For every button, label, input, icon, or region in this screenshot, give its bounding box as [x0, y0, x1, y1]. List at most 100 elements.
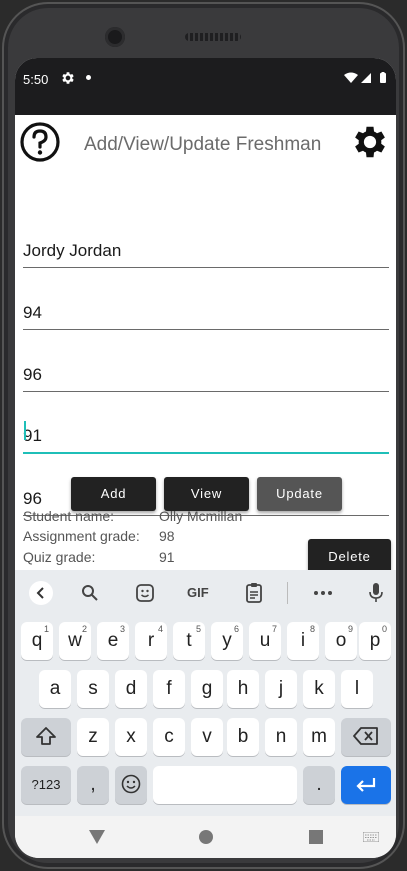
back-icon[interactable] [88, 829, 106, 845]
settings-notification-icon [62, 72, 74, 84]
info-assignment-label: Assignment grade: [23, 528, 140, 544]
key-s[interactable]: s [77, 670, 109, 708]
info-name-label: Student name: [23, 508, 115, 524]
key-h[interactable]: h [227, 670, 259, 708]
emoji-key[interactable] [115, 766, 147, 804]
home-icon[interactable] [198, 829, 214, 845]
key-r-hint: 4 [157, 624, 163, 634]
wifi-icon [344, 72, 358, 83]
comma-key[interactable]: , [77, 766, 109, 804]
key-i-hint: 8 [309, 624, 315, 634]
keyboard-switch-icon[interactable] [363, 832, 379, 842]
student-name-field[interactable]: Jordy Jordan [23, 239, 389, 268]
grade-field-2-value: 96 [23, 365, 42, 384]
key-t[interactable]: t5 [173, 622, 205, 660]
status-time: 5:50 [23, 72, 49, 87]
info-quiz-value: 91 [159, 549, 175, 565]
student-name-value: Jordy Jordan [23, 241, 122, 260]
key-o-hint: 9 [347, 624, 353, 634]
key-a[interactable]: a [39, 670, 71, 708]
key-d[interactable]: d [115, 670, 147, 708]
status-bar: 5:50 [15, 58, 396, 115]
backspace-icon [353, 727, 378, 745]
text-cursor [24, 421, 26, 440]
key-x[interactable]: x [115, 718, 147, 756]
key-r-label: r [147, 630, 155, 651]
info-assignment-row: Assignment grade: 98 [23, 528, 175, 544]
grade-field-3-value-wrap: 91 [23, 421, 42, 446]
key-i[interactable]: i8 [287, 622, 319, 660]
key-v[interactable]: v [191, 718, 223, 756]
more-options-icon[interactable] [313, 590, 333, 596]
key-u[interactable]: u7 [249, 622, 281, 660]
phone-frame: 5:50 Add/View/Update Freshman Jordy Jord… [2, 2, 405, 869]
info-name-value: Olly Mcmillan [159, 508, 243, 524]
gif-button[interactable]: GIF [187, 585, 209, 600]
enter-key[interactable] [341, 766, 391, 804]
key-o[interactable]: o9 [325, 622, 357, 660]
key-p-label: p [369, 630, 381, 651]
key-i-label: i [300, 630, 306, 651]
key-q[interactable]: q1 [21, 622, 53, 660]
symbols-key[interactable]: ?123 [21, 766, 71, 804]
key-e[interactable]: e3 [97, 622, 129, 660]
key-c[interactable]: c [153, 718, 185, 756]
key-w-hint: 2 [81, 624, 87, 634]
key-q-hint: 1 [43, 624, 49, 634]
system-status-icons [344, 72, 386, 83]
grade-field-3[interactable]: 91 [23, 421, 389, 454]
key-f[interactable]: f [153, 670, 185, 708]
key-n[interactable]: n [265, 718, 297, 756]
key-l[interactable]: l [341, 670, 373, 708]
key-z[interactable]: z [77, 718, 109, 756]
microphone-icon[interactable] [369, 582, 383, 604]
key-p[interactable]: p0 [359, 622, 391, 660]
key-e-label: e [107, 630, 119, 651]
period-key[interactable]: . [303, 766, 335, 804]
shift-key[interactable] [21, 718, 71, 756]
screen: 5:50 Add/View/Update Freshman Jordy Jord… [15, 58, 396, 858]
add-button[interactable]: Add [71, 477, 156, 511]
backspace-key[interactable] [341, 718, 391, 756]
key-j[interactable]: j [265, 670, 297, 708]
earpiece-speaker [185, 33, 241, 41]
key-e-hint: 3 [119, 624, 125, 634]
key-g[interactable]: g [191, 670, 223, 708]
sticker-icon[interactable] [135, 583, 155, 603]
key-w[interactable]: w2 [59, 622, 91, 660]
clipboard-icon[interactable] [245, 582, 263, 604]
info-name-row: Student name: Olly Mcmillan [23, 508, 242, 524]
key-y[interactable]: y6 [211, 622, 243, 660]
grade-field-2[interactable]: 96 [23, 363, 389, 392]
page-title: Add/View/Update Freshman [84, 134, 322, 155]
settings-gear-icon[interactable] [349, 121, 391, 163]
key-r[interactable]: r4 [135, 622, 167, 660]
update-button[interactable]: Update [257, 477, 342, 511]
key-b[interactable]: b [227, 718, 259, 756]
info-quiz-label: Quiz grade: [23, 549, 96, 565]
grade-field-1[interactable]: 94 [23, 301, 389, 330]
key-p-hint: 0 [381, 624, 387, 634]
notification-dot [86, 75, 91, 80]
key-o-label: o [335, 630, 347, 651]
recents-icon[interactable] [309, 830, 323, 844]
toolbar-divider [287, 582, 288, 604]
key-u-label: u [259, 630, 271, 651]
collapse-toolbar-icon[interactable] [28, 580, 54, 606]
key-t-hint: 5 [195, 624, 201, 634]
help-icon[interactable] [19, 121, 61, 163]
key-q-label: q [31, 630, 43, 651]
search-icon[interactable] [81, 584, 99, 602]
soft-keyboard: GIF q1 w2 e3 r4 t 5 y 6 u 7 i 8 o 9 p 0 … [15, 570, 396, 816]
info-quiz-row: Quiz grade: 91 [23, 549, 175, 565]
key-k[interactable]: k [303, 670, 335, 708]
navigation-bar [15, 816, 396, 858]
info-assignment-value: 98 [159, 528, 175, 544]
key-t-label: t [186, 630, 192, 651]
emoji-icon [121, 774, 141, 794]
key-m[interactable]: m [303, 718, 335, 756]
space-key[interactable] [153, 766, 297, 804]
key-y-label: y [222, 630, 232, 651]
view-button[interactable]: View [164, 477, 249, 511]
grade-field-1-value: 94 [23, 303, 42, 322]
